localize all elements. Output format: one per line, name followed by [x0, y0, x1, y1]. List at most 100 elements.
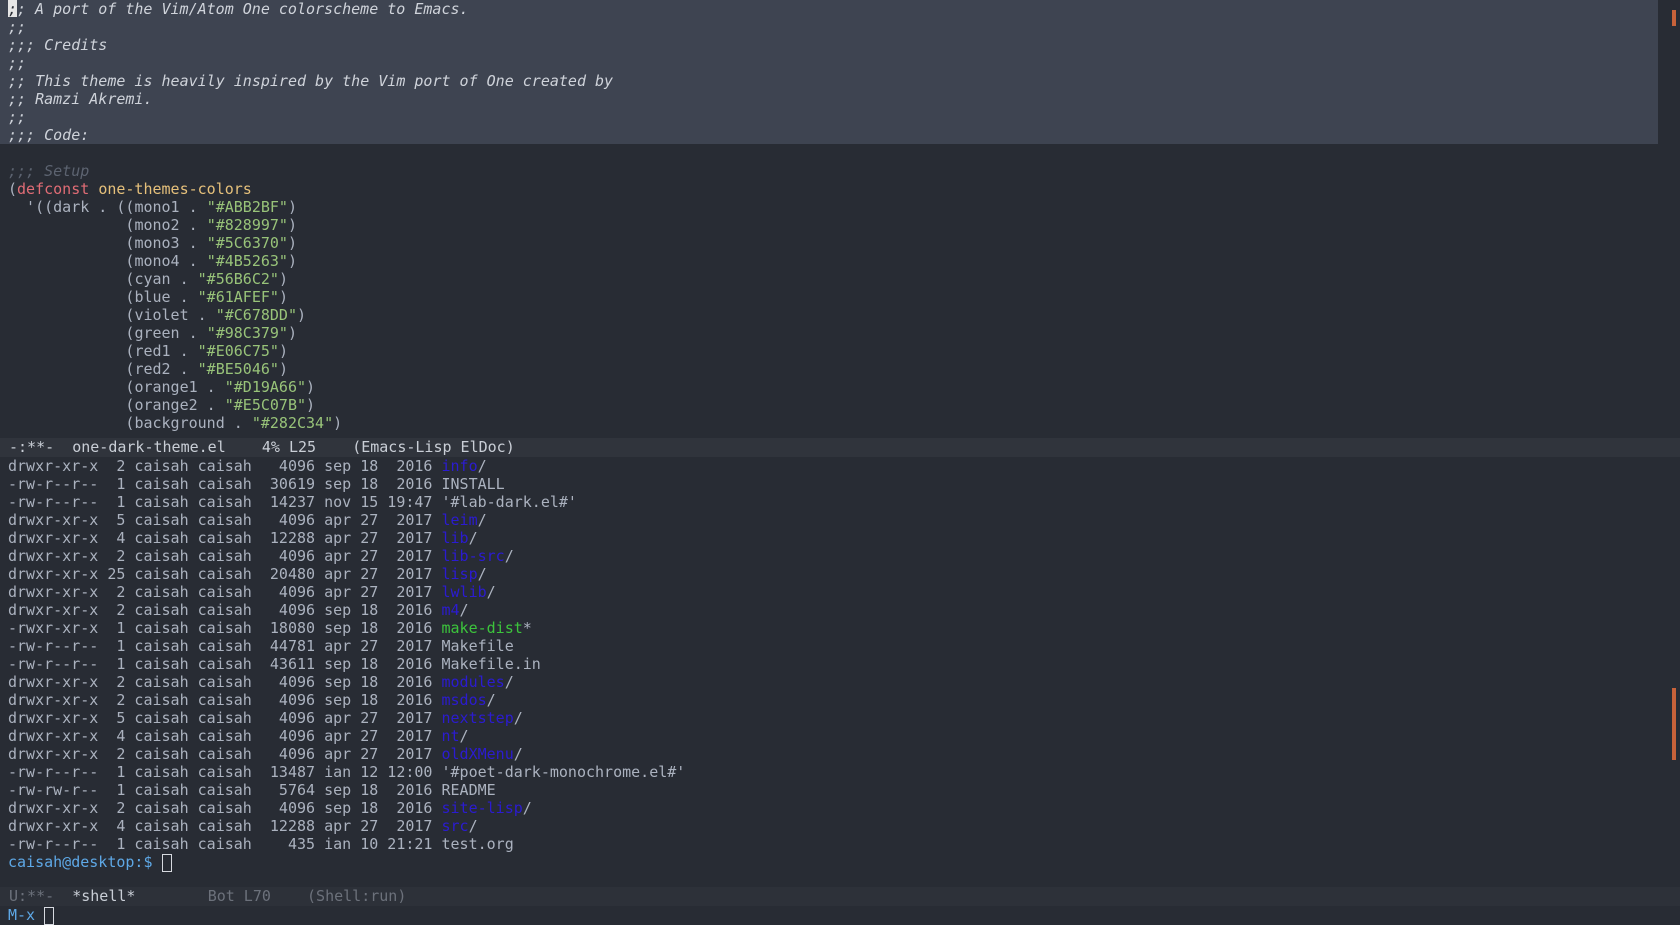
listing-row: -rw-rw-r-- 1 caisah caisah 5764 sep 18 2… [0, 781, 1658, 799]
directory-name[interactable]: lisp [441, 565, 477, 583]
file-suffix: / [477, 457, 487, 475]
comment-line: ;; [0, 54, 1658, 72]
file-name[interactable]: Makefile.in [441, 655, 540, 673]
comment-line: ;;; Code: [0, 126, 1658, 144]
modeline-modes[interactable]: (Shell:run) [307, 887, 406, 905]
listing-row: -rw-r--r-- 1 caisah caisah 30619 sep 18 … [0, 475, 1658, 493]
listing-row: drwxr-xr-x 2 caisah caisah 4096 apr 27 2… [0, 745, 1658, 763]
comment-line: ;; [0, 108, 1658, 126]
comment-line: ;; Ramzi Akremi. [0, 90, 1658, 108]
file-name[interactable]: README [441, 781, 495, 799]
file-suffix: / [522, 799, 532, 817]
listing-row: drwxr-xr-x 4 caisah caisah 4096 apr 27 2… [0, 727, 1658, 745]
color-value: "#D19A66" [224, 378, 307, 396]
modeline-position: Bot L70 [207, 887, 271, 905]
file-name[interactable]: INSTALL [441, 475, 504, 493]
file-suffix: / [459, 601, 469, 619]
entry-prefix: ( [8, 252, 135, 270]
directory-name[interactable]: lib [441, 529, 468, 547]
file-name[interactable]: Makefile [441, 637, 513, 655]
color-entry: (cyan . "#56B6C2") [8, 270, 288, 288]
directory-name[interactable]: info [441, 457, 477, 475]
entry-prefix: ( [8, 216, 135, 234]
file-meta: drwxr-xr-x 5 caisah caisah 4096 apr 27 2… [8, 511, 442, 529]
listing-row: -rw-r--r-- 1 caisah caisah 43611 sep 18 … [0, 655, 1658, 673]
listing-row: -rwxr-xr-x 1 caisah caisah 18080 sep 18 … [0, 619, 1658, 637]
defconst-name: one-themes-colors [98, 180, 252, 198]
listing-row: drwxr-xr-x 2 caisah caisah 4096 apr 27 2… [0, 583, 1658, 601]
modeline-status: -:**- [9, 438, 55, 456]
directory-name[interactable]: leim [441, 511, 477, 529]
comment-line: ;; A port of the Vim/Atom One colorschem… [0, 0, 1658, 18]
directory-name[interactable]: src [441, 817, 468, 835]
color-value: "#E06C75" [197, 342, 279, 360]
directory-name[interactable]: lib-src [441, 547, 504, 565]
directory-name[interactable]: oldXMenu [441, 745, 513, 763]
file-suffix: / [504, 547, 514, 565]
color-entry: (green . "#98C379") [8, 324, 297, 342]
color-value: "#5C6370" [206, 234, 288, 252]
directory-name[interactable]: nt [441, 727, 459, 745]
file-suffix: / [513, 709, 523, 727]
entry-prefix: ( [8, 324, 135, 342]
file-meta: drwxr-xr-x 2 caisah caisah 4096 sep 18 2… [8, 673, 442, 691]
file-meta: drwxr-xr-x 2 caisah caisah 4096 sep 18 2… [8, 691, 442, 709]
modeline-buffer-name[interactable]: *shell* [72, 887, 135, 905]
file-suffix: / [486, 583, 496, 601]
shell-pane[interactable]: drwxr-xr-x 2 caisah caisah 4096 sep 18 2… [0, 457, 1658, 885]
directory-name[interactable]: msdos [441, 691, 486, 709]
file-meta: -rw-r--r-- 1 caisah caisah 44781 apr 27 … [8, 637, 442, 655]
file-suffix: / [468, 817, 478, 835]
defconst-keyword: defconst [17, 180, 90, 198]
file-meta: drwxr-xr-x 2 caisah caisah 4096 sep 18 2… [8, 457, 442, 475]
comment-line: ;;; Credits [0, 36, 1658, 54]
listing-row: drwxr-xr-x 2 caisah caisah 4096 apr 27 2… [0, 547, 1658, 565]
color-entry: (blue . "#61AFEF") [8, 288, 288, 306]
file-name[interactable]: '#poet-dark-monochrome.el#' [441, 763, 685, 781]
listing-row: drwxr-xr-x 2 caisah caisah 4096 sep 18 2… [0, 673, 1658, 691]
editor-pane-theme-file[interactable]: ;; A port of the Vim/Atom One colorschem… [0, 0, 1658, 436]
entry-prefix: '((dark . (( [8, 198, 135, 216]
file-meta: drwxr-xr-x 25 caisah caisah 20480 apr 27… [8, 565, 442, 583]
listing-row: drwxr-xr-x 2 caisah caisah 4096 sep 18 2… [0, 457, 1658, 475]
file-name[interactable]: test.org [441, 835, 513, 853]
color-name: violet [134, 306, 189, 324]
color-value: "#56B6C2" [197, 270, 279, 288]
directory-name[interactable]: m4 [441, 601, 459, 619]
directory-name[interactable]: nextstep [441, 709, 513, 727]
listing-row: drwxr-xr-x 2 caisah caisah 4096 sep 18 2… [0, 601, 1658, 619]
listing-row: drwxr-xr-x 5 caisah caisah 4096 apr 27 2… [0, 709, 1658, 727]
listing-row: drwxr-xr-x 4 caisah caisah 12288 apr 27 … [0, 817, 1658, 835]
file-meta: -rwxr-xr-x 1 caisah caisah 18080 sep 18 … [8, 619, 442, 637]
scrollbar-thumb-shell[interactable] [1672, 688, 1676, 760]
file-suffix: / [477, 511, 487, 529]
selected-region: ;; A port of the Vim/Atom One colorschem… [0, 0, 1658, 144]
directory-name[interactable]: site-lisp [441, 799, 522, 817]
setup-comment: ;;; Setup [8, 162, 90, 180]
color-value: "#61AFEF" [197, 288, 279, 306]
modeline-modes[interactable]: (Emacs-Lisp ElDoc) [352, 438, 515, 456]
minibuffer-prompt: M-x [8, 906, 36, 924]
executable-name[interactable]: make-dist [441, 619, 522, 637]
modeline-inactive: U:**- *shell* Bot L70 (Shell:run) [0, 887, 1680, 906]
file-name[interactable]: '#lab-dark.el#' [441, 493, 576, 511]
file-suffix: / [486, 691, 496, 709]
modeline-buffer-name[interactable]: one-dark-theme.el [72, 438, 226, 456]
open-paren: ( [8, 180, 18, 198]
scrollbar-thumb-top[interactable] [1672, 10, 1676, 26]
comment-text: ; A port of the Vim/Atom One colorscheme… [17, 0, 469, 18]
shell-prompt-line[interactable]: caisah@desktop:$ [0, 853, 1658, 872]
minibuffer[interactable]: M-x [0, 906, 55, 925]
file-meta: -rw-r--r-- 1 caisah caisah 43611 sep 18 … [8, 655, 442, 673]
shell-prompt: caisah@desktop:$ [8, 853, 153, 871]
directory-name[interactable]: lwlib [441, 583, 486, 601]
color-entry: (red1 . "#E06C75") [8, 342, 288, 360]
color-entry: (violet . "#C678DD") [8, 306, 307, 324]
file-meta: drwxr-xr-x 4 caisah caisah 12288 apr 27 … [8, 529, 442, 547]
color-entry: (mono2 . "#828997") [8, 216, 297, 234]
listing-row: -rw-r--r-- 1 caisah caisah 44781 apr 27 … [0, 637, 1658, 655]
directory-name[interactable]: modules [441, 673, 504, 691]
color-value: "#282C34" [251, 414, 334, 432]
listing-row: -rw-r--r-- 1 caisah caisah 13487 ian 12 … [0, 763, 1658, 781]
file-meta: drwxr-xr-x 5 caisah caisah 4096 apr 27 2… [8, 709, 442, 727]
